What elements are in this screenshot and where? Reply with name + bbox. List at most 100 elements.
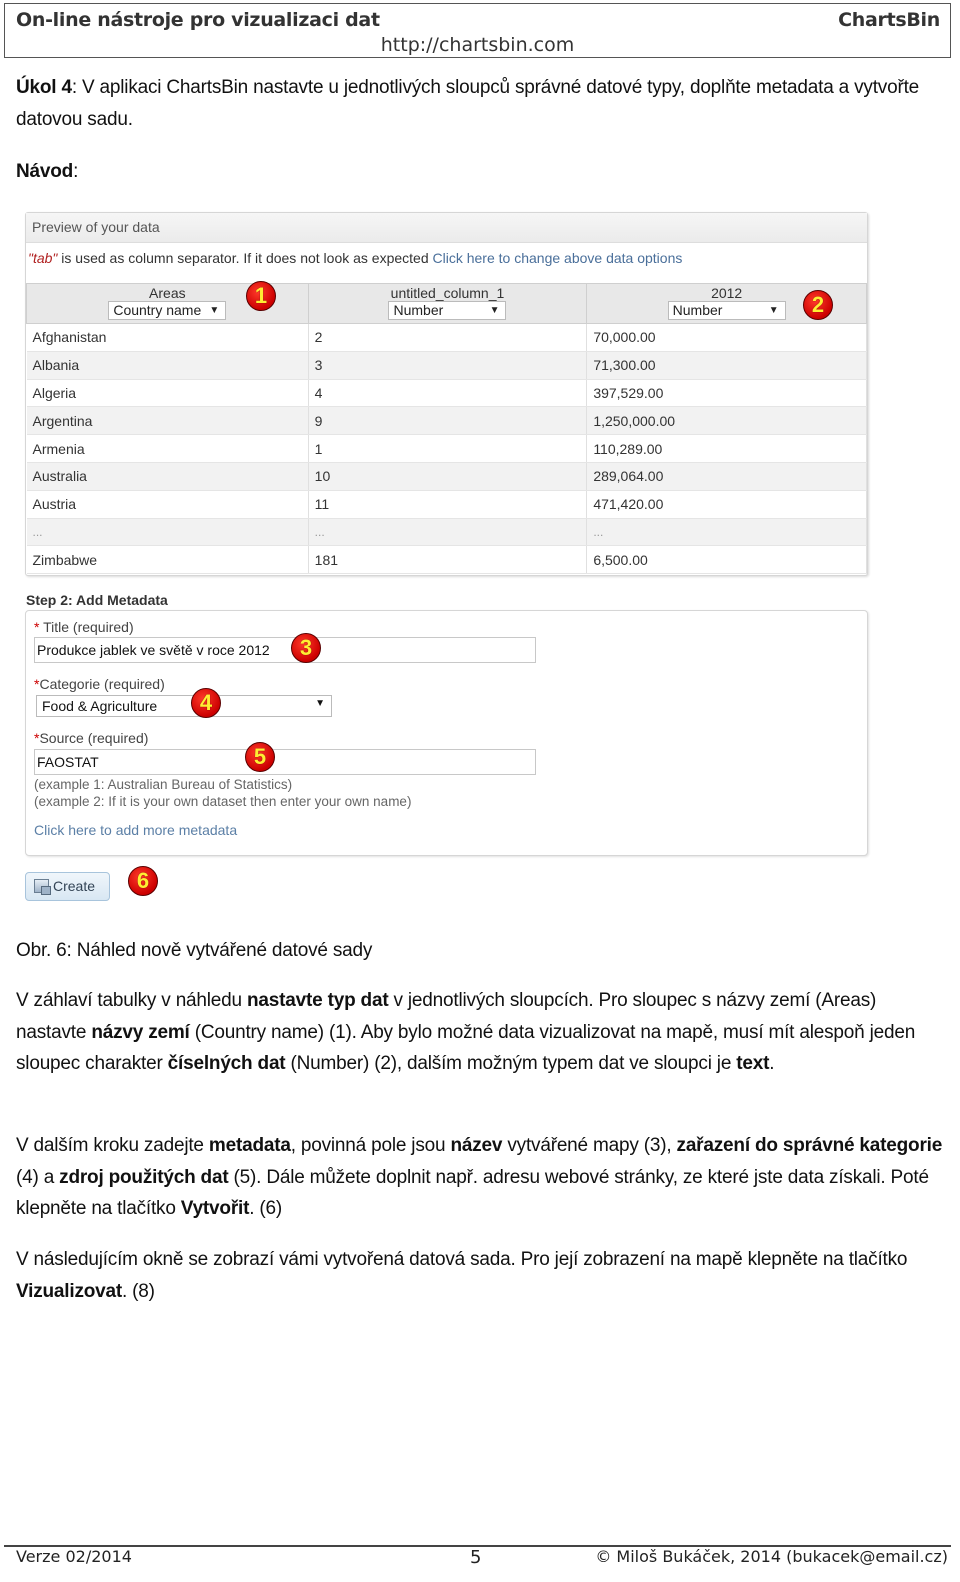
text-run: (4) a [16,1166,60,1188]
table-cell: ... [308,518,588,547]
title-input[interactable]: Produkce jablek ve světě v roce 2012 [34,637,536,663]
table-cell: 3 [308,351,588,380]
guide-colon: : [73,161,79,182]
data-preview-table: Areas Country name ▼ untitled_column_1 Nu… [26,283,867,575]
table-cell: 71,300.00 [586,351,867,380]
table-cell: Afghanistan [26,323,309,352]
bold-run: text [736,1053,770,1074]
column-type-value: Number [672,302,723,318]
chevron-down-icon: ▼ [315,698,325,709]
change-data-options-link[interactable]: Click here to change above data options [433,250,683,266]
table-row: Austria 11 471,420.00 [26,490,867,519]
step-marker-3: 3 [291,633,321,663]
table-cell: 1 [308,434,588,463]
column-type-select[interactable]: Number ▼ [388,301,507,320]
table-cell: ... [586,518,867,547]
footer-version: Verze 02/2014 [16,1547,132,1566]
table-cell: 289,064.00 [586,462,867,491]
text-run: . (8) [122,1280,155,1302]
separator-word: "tab" [28,250,58,266]
chevron-down-icon: ▼ [209,305,220,316]
table-cell: 2 [308,323,588,352]
table-row: ......... [26,518,867,547]
table-header-row: Areas Country name ▼ untitled_column_1 Nu… [26,283,867,324]
guide-label: Návod [16,161,74,182]
preview-heading: Preview of your data [26,213,867,243]
source-hint-1: (example 1: Australian Bureau of Statist… [34,777,293,792]
task-paragraph: Úkol 4: V aplikaci ChartsBin nastavte u … [16,72,946,135]
page-header: On-line nástroje pro vizualizaci dat Cha… [4,3,951,58]
guide-heading: Návod: [16,156,946,188]
separator-note: "tab" is used as column separator. If it… [28,250,682,266]
task-text: : V aplikaci ChartsBin nastavte u jednot… [16,77,920,130]
table-cell: Austria [26,490,309,519]
table-row: Australia 10 289,064.00 [26,462,867,491]
table-cell: 397,529.00 [586,379,867,408]
category-select[interactable]: Food & Agriculture ▼ [36,695,332,717]
text-run: vytvářené mapy (3), [502,1135,677,1156]
table-cell: Albania [26,351,309,380]
create-button[interactable]: Create [25,872,110,901]
table-cell: Algeria [26,379,309,408]
table-row: Albania 3 71,300.00 [26,351,867,380]
text-run: V následujícím okně se zobrazí vámi vytv… [16,1249,908,1270]
table-cell: 4 [308,379,588,408]
source-hint-2: (example 2: If it is your own dataset th… [34,794,412,809]
category-label: *Categorie (required) [34,676,165,692]
chevron-down-icon: ▼ [768,305,779,316]
table-row: Afghanistan 2 70,000.00 [26,323,867,352]
table-cell: Armenia [26,434,309,463]
bold-run: Vizualizovat [16,1280,123,1302]
text-run: , povinná pole jsou [290,1135,451,1156]
table-cell: Zimbabwe [26,545,309,575]
chevron-down-icon: ▼ [489,305,500,316]
page-number: 5 [470,1547,482,1568]
table-row: Armenia 1 110,289.00 [26,434,867,463]
source-label-text: Source (required) [39,730,149,746]
metadata-heading: Step 2: Add Metadata [26,592,168,608]
table-cell: Argentina [26,406,309,436]
table-cell: 70,000.00 [586,323,867,352]
bold-run: zdroj použitých dat [59,1166,229,1188]
source-label: *Source (required) [34,730,148,746]
header-url: http://chartsbin.com [380,34,575,56]
bold-run: nastavte typ dat [247,990,389,1011]
instruction-paragraph-2: V dalším kroku zadejte metadata, povinná… [16,1130,946,1225]
table-cell: ... [26,518,309,547]
table-cell: 110,289.00 [586,434,867,463]
step-marker-1: 1 [246,281,276,311]
title-label: * Title (required) [34,619,134,635]
table-cell: 9 [308,406,588,436]
add-more-metadata-link[interactable]: Click here to add more metadata [34,822,237,838]
text-run: . (6) [249,1198,283,1219]
instruction-paragraph-1: V záhlaví tabulky v náhledu nastavte typ… [16,985,946,1080]
step-marker-6: 6 [128,866,158,896]
bold-run: metadata [208,1135,291,1156]
document-title: On-line nástroje pro vizualizaci dat [16,9,380,31]
column-name: untitled_column_1 [390,285,505,301]
text-run: . [769,1053,775,1074]
column-type-value: Number [393,302,444,318]
text-run: V záhlaví tabulky v náhledu [16,990,247,1011]
brand-name: ChartsBin [838,9,940,31]
create-button-label: Create [53,878,96,894]
figure-caption: Obr. 6: Náhled nově vytvářené datové sad… [16,940,373,961]
table-row: Argentina 9 1,250,000.00 [26,406,867,436]
bold-run: zařazení do správné kategorie [676,1135,943,1156]
category-value: Food & Agriculture [42,698,158,714]
create-dataset-icon [34,879,51,895]
task-label: Úkol 4 [16,77,72,98]
bold-run: název [450,1135,503,1156]
metadata-panel: * Title (required) Produkce jablek ve sv… [25,610,868,856]
table-cell: 181 [308,545,588,575]
table-cell: 471,420.00 [586,490,867,519]
table-cell: 6,500.00 [586,545,867,575]
source-input[interactable]: FAOSTAT [34,749,536,775]
column-type-value: Country name [113,302,202,318]
column-type-select[interactable]: Country name ▼ [108,301,227,320]
data-preview-panel: Preview of your data "tab" is used as co… [25,212,868,576]
text-run: V dalším kroku zadejte [16,1135,209,1156]
title-label-text: Title (required) [43,619,134,635]
step-marker-5: 5 [245,742,275,772]
column-type-select[interactable]: Number ▼ [667,301,786,320]
